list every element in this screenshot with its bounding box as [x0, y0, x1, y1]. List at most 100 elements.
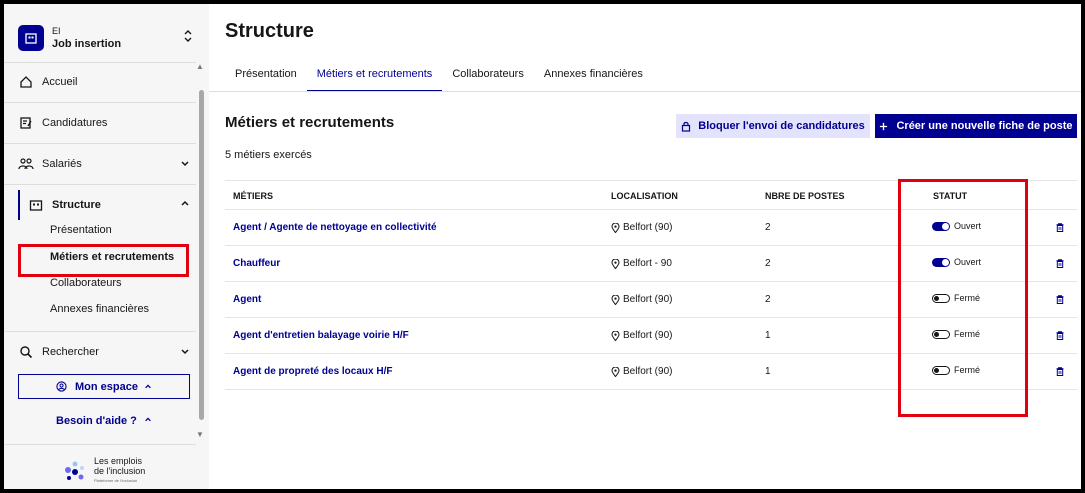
location-cell: Belfort (90)	[611, 330, 672, 341]
nav-label-candidatures: Candidatures	[42, 117, 108, 129]
col-header-metiers: MÉTIERS	[233, 191, 274, 201]
tab-metiers-recrutements[interactable]: Métiers et recrutements	[306, 62, 443, 92]
main-content: Structure Présentation Métiers et recrut…	[209, 4, 1081, 489]
trash-icon	[1056, 295, 1064, 304]
job-title-link[interactable]: Agent d'entretien balayage voirie H/F	[233, 330, 409, 341]
trash-icon	[1056, 259, 1064, 268]
location-label: Belfort (90)	[623, 366, 673, 377]
positions-count: 2	[765, 222, 771, 233]
org-switcher[interactable]: EI Job insertion	[18, 18, 198, 58]
nav-item-accueil[interactable]: Accueil	[18, 70, 194, 94]
nav-label-rechercher: Rechercher	[42, 346, 99, 358]
positions-count: 1	[765, 366, 771, 377]
trash-icon	[1056, 223, 1064, 232]
tabs-divider	[209, 91, 1081, 92]
positions-count: 2	[765, 258, 771, 269]
plus-icon	[879, 122, 888, 131]
job-title-link[interactable]: Chauffeur	[233, 258, 280, 269]
tab-presentation[interactable]: Présentation	[225, 62, 307, 92]
sidebar-scrollbar[interactable]: ▲ ▼	[196, 62, 206, 442]
location-label: Belfort - 90	[623, 258, 672, 269]
user-circle-icon	[56, 381, 67, 392]
highlight-box	[898, 179, 1028, 417]
highlight-box	[18, 244, 189, 277]
scroll-thumb[interactable]	[199, 90, 204, 420]
delete-button[interactable]	[1056, 331, 1064, 340]
block-applications-button[interactable]: Bloquer l'envoi de candidatures	[676, 114, 870, 138]
emplois-inclusion-logo[interactable]: Les emplois de l'inclusion Plateforme de…	[62, 456, 145, 486]
home-icon	[18, 74, 34, 90]
section-title: Métiers et recrutements	[225, 114, 395, 131]
footer-line3: Plateforme de l'inclusion	[94, 478, 138, 483]
job-title-link[interactable]: Agent	[233, 294, 261, 305]
location-label: Belfort (90)	[623, 330, 673, 341]
positions-count: 2	[765, 294, 771, 305]
location-cell: Belfort (90)	[611, 366, 672, 377]
map-pin-icon	[611, 366, 620, 377]
nav-label-structure: Structure	[52, 199, 101, 211]
mon-espace-button[interactable]: Mon espace	[18, 374, 190, 399]
nav-item-rechercher[interactable]: Rechercher	[18, 340, 194, 364]
trash-icon	[1056, 367, 1064, 376]
divider	[4, 62, 196, 63]
delete-button[interactable]	[1056, 367, 1064, 376]
lock-icon	[681, 121, 691, 132]
nav-item-candidatures[interactable]: Candidatures	[18, 111, 194, 135]
sidebar: EI Job insertion ▲ ▼ Accueil Candidature…	[4, 4, 209, 489]
delete-button[interactable]	[1056, 259, 1064, 268]
screenshot-frame: EI Job insertion ▲ ▼ Accueil Candidature…	[0, 0, 1085, 493]
create-job-label: Créer une nouvelle fiche de poste	[896, 120, 1073, 132]
divider	[4, 444, 196, 445]
delete-button[interactable]	[1056, 223, 1064, 232]
org-kind: EI	[52, 26, 61, 36]
map-pin-icon	[611, 294, 620, 305]
dots-logo-icon	[65, 461, 84, 480]
sub-item-collaborateurs[interactable]: Collaborateurs	[50, 277, 122, 289]
nav-item-salaries[interactable]: Salariés	[18, 152, 194, 176]
document-edit-icon	[18, 115, 34, 131]
chevron-up-icon	[144, 383, 152, 391]
mon-espace-label: Mon espace	[75, 380, 138, 393]
footer-line2: de l'inclusion	[94, 466, 146, 476]
help-button[interactable]: Besoin d'aide ?	[18, 415, 190, 427]
sub-item-annexes[interactable]: Annexes financières	[50, 303, 149, 315]
location-label: Belfort (90)	[623, 222, 673, 233]
building-icon	[28, 197, 44, 213]
jobs-count: 5 métiers exercés	[225, 149, 312, 161]
map-pin-icon	[611, 258, 620, 269]
col-header-localisation: LOCALISATION	[611, 191, 678, 201]
tab-collaborateurs[interactable]: Collaborateurs	[442, 62, 534, 92]
block-applications-label: Bloquer l'envoi de candidatures	[698, 120, 865, 132]
positions-count: 1	[765, 330, 771, 341]
delete-button[interactable]	[1056, 295, 1064, 304]
map-pin-icon	[611, 222, 620, 233]
scroll-up-icon[interactable]: ▲	[196, 62, 204, 71]
chevron-down-icon	[180, 346, 190, 356]
search-icon	[18, 344, 34, 360]
chevron-up-icon	[180, 199, 190, 209]
footer-line1: Les emplois	[94, 456, 143, 466]
nav-label-salaries: Salariés	[42, 158, 82, 170]
scroll-down-icon[interactable]: ▼	[196, 430, 204, 439]
divider	[4, 102, 196, 103]
col-header-postes: NBRE DE POSTES	[765, 191, 845, 201]
nav-label-accueil: Accueil	[42, 76, 78, 88]
tab-annexes-financieres[interactable]: Annexes financières	[534, 62, 653, 92]
team-icon	[18, 156, 34, 172]
up-down-chevron-icon	[184, 30, 192, 45]
trash-icon	[1056, 331, 1064, 340]
location-cell: Belfort (90)	[611, 294, 672, 305]
job-title-link[interactable]: Agent / Agente de nettoyage en collectiv…	[233, 222, 437, 233]
building-icon	[18, 25, 44, 51]
divider	[4, 184, 196, 185]
page-title: Structure	[225, 20, 314, 42]
location-cell: Belfort - 90	[611, 258, 672, 269]
create-job-button[interactable]: Créer une nouvelle fiche de poste	[875, 114, 1077, 138]
job-title-link[interactable]: Agent de propreté des locaux H/F	[233, 366, 392, 377]
chevron-down-icon	[180, 158, 190, 168]
divider	[4, 143, 196, 144]
sub-item-presentation[interactable]: Présentation	[50, 224, 112, 236]
nav-item-structure[interactable]: Structure	[28, 193, 194, 217]
chevron-up-icon	[144, 415, 152, 427]
org-name: Job insertion	[52, 38, 122, 50]
